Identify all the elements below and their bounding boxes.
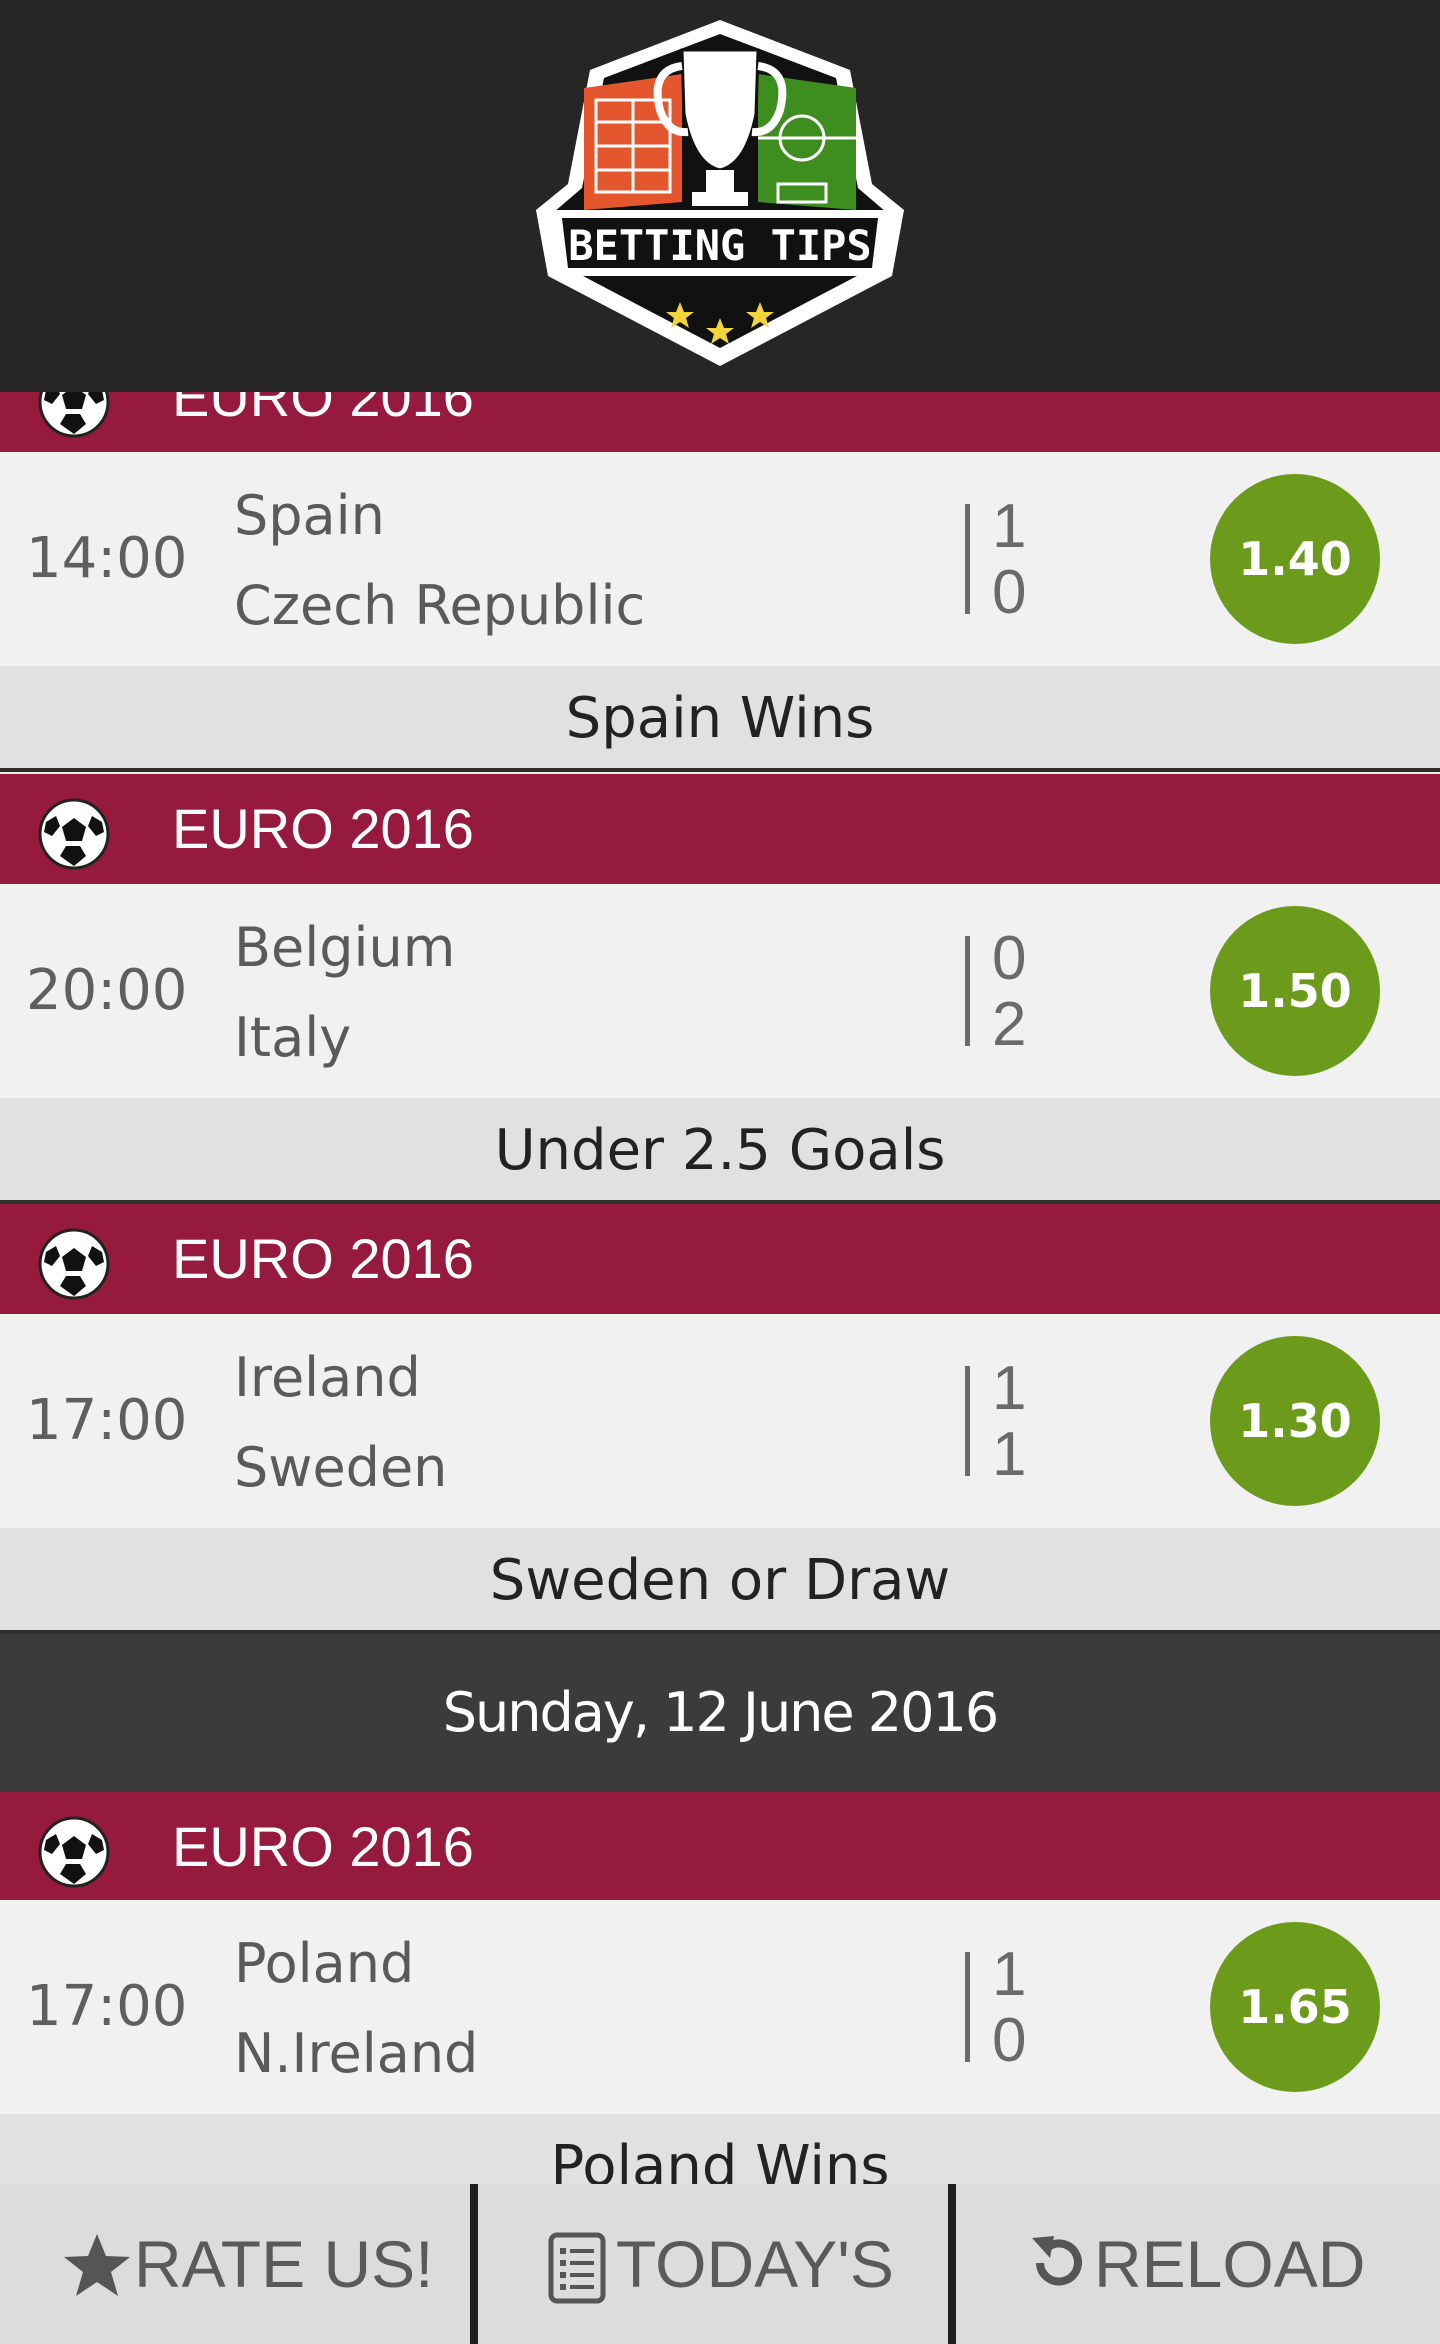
date-header: Sunday, 12 June 2016 <box>0 1634 1440 1792</box>
odds-badge: 1.30 <box>1210 1336 1380 1506</box>
away-score: 2 <box>992 990 1027 1059</box>
reload-icon <box>1032 2236 1082 2286</box>
match-row[interactable]: 17:00 Poland N.Ireland 1 0 1.65 <box>0 1900 1440 2114</box>
odds-badge: 1.65 <box>1210 1922 1380 2092</box>
home-team: Belgium <box>234 916 456 979</box>
reload-button[interactable]: RELOAD <box>956 2184 1440 2344</box>
league-header: EURO 2016 <box>0 774 1440 884</box>
score-divider <box>965 504 970 614</box>
away-score: 0 <box>992 2006 1027 2075</box>
home-team: Ireland <box>234 1346 421 1409</box>
bottom-nav: RATE US! TODAY'S RELOAD <box>0 2184 1440 2344</box>
score-divider <box>965 1366 970 1476</box>
away-team: Czech Republic <box>234 574 646 637</box>
odds-badge: 1.50 <box>1210 906 1380 1076</box>
soccer-ball-icon <box>38 1228 110 1300</box>
soccer-ball-icon <box>38 1816 110 1888</box>
league-name: EURO 2016 <box>172 1815 474 1878</box>
away-team: N.Ireland <box>234 2022 479 2085</box>
match-time: 20:00 <box>26 958 188 1023</box>
app-header: BETTING TIPS <box>0 0 1440 392</box>
rate-us-label: RATE US! <box>134 2227 434 2301</box>
match-row[interactable]: 17:00 Ireland Sweden 1 1 1.30 <box>0 1314 1440 1528</box>
todays-button[interactable]: TODAY'S <box>478 2184 948 2344</box>
home-team: Spain <box>234 484 385 547</box>
league-name: EURO 2016 <box>172 797 474 860</box>
logo-text: BETTING TIPS <box>568 221 871 270</box>
away-score: 0 <box>992 558 1027 627</box>
score-divider <box>965 1952 970 2062</box>
home-score: 1 <box>992 492 1027 561</box>
away-score: 1 <box>992 1420 1027 1489</box>
away-team: Italy <box>234 1006 352 1069</box>
home-team: Poland <box>234 1932 415 1995</box>
match-time: 17:00 <box>26 1974 188 2039</box>
league-header: EURO 2016 <box>0 1792 1440 1902</box>
score-divider <box>965 936 970 1046</box>
star-icon <box>64 2234 130 2296</box>
match-row[interactable]: 14:00 Spain Czech Republic 1 0 1.40 <box>0 452 1440 666</box>
home-score: 1 <box>992 1354 1027 1423</box>
rate-us-button[interactable]: RATE US! <box>0 2184 470 2344</box>
list-icon <box>548 2232 606 2304</box>
home-score: 0 <box>992 924 1027 993</box>
match-time: 14:00 <box>26 526 188 591</box>
betting-tips-logo: BETTING TIPS <box>536 20 904 366</box>
soccer-ball-icon <box>38 798 110 870</box>
todays-label: TODAY'S <box>616 2227 894 2301</box>
league-name: EURO 2016 <box>172 1227 474 1290</box>
tip-label: Spain Wins <box>0 666 1440 772</box>
reload-label: RELOAD <box>1094 2227 1366 2301</box>
league-header: EURO 2016 <box>0 1204 1440 1314</box>
match-row[interactable]: 20:00 Belgium Italy 0 2 1.50 <box>0 884 1440 1098</box>
tip-label: Under 2.5 Goals <box>0 1098 1440 1204</box>
nav-separator <box>470 2184 478 2344</box>
home-score: 1 <box>992 1940 1027 2009</box>
match-time: 17:00 <box>26 1388 188 1453</box>
away-team: Sweden <box>234 1436 448 1499</box>
tip-label: Sweden or Draw <box>0 1528 1440 1634</box>
nav-separator <box>948 2184 956 2344</box>
odds-badge: 1.40 <box>1210 474 1380 644</box>
